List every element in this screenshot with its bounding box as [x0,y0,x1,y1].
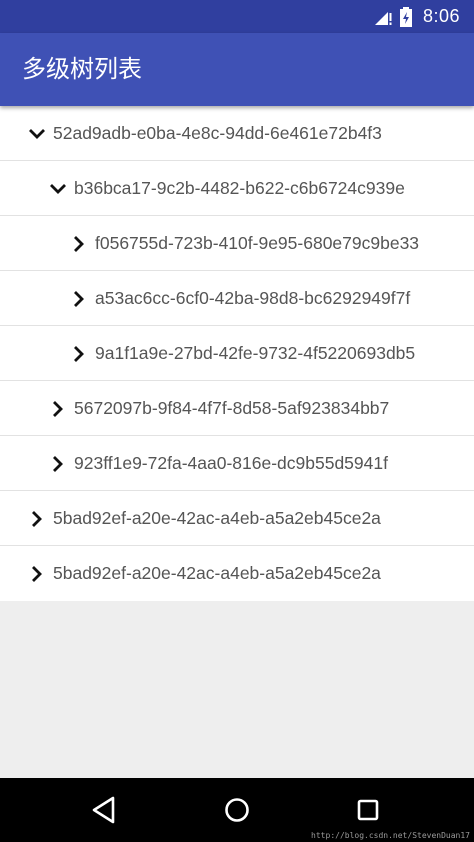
tree-row[interactable]: 52ad9adb-e0ba-4e8c-94dd-6e461e72b4f3 [0,106,474,161]
tree-row-label: 5672097b-9f84-4f7f-8d58-5af923834bb7 [74,398,390,418]
tree-row[interactable]: 5672097b-9f84-4f7f-8d58-5af923834bb7 [0,381,474,436]
tree-list: 52ad9adb-e0ba-4e8c-94dd-6e461e72b4f3 b36… [0,106,474,601]
tree-row[interactable]: 9a1f1a9e-27bd-42fe-9732-4f5220693db5 [0,326,474,381]
watermark: http://blog.csdn.net/StevenDuan17 [311,831,470,840]
tree-row-label: a53ac6cc-6cf0-42ba-98d8-bc6292949f7f [95,288,411,308]
tree-row[interactable]: 5bad92ef-a20e-42ac-a4eb-a5a2eb45ce2a [0,546,474,601]
tree-row[interactable]: b36bca17-9c2b-4482-b622-c6b6724c939e [0,161,474,216]
page-title: 多级树列表 [22,55,142,83]
status-time: 8:06 [422,6,460,26]
tree-row[interactable]: 923ff1e9-72fa-4aa0-816e-dc9b55d5941f [0,436,474,491]
battery-icon [399,6,412,27]
chevron-right-icon [53,456,63,472]
tree-row[interactable]: f056755d-723b-410f-9e95-680e79c9be33 [0,216,474,271]
tree-row-label: 52ad9adb-e0ba-4e8c-94dd-6e461e72b4f3 [53,123,382,143]
tree-row-label: 9a1f1a9e-27bd-42fe-9732-4f5220693db5 [95,343,416,363]
tree-row-label: b36bca17-9c2b-4482-b622-c6b6724c939e [74,178,405,198]
home-icon[interactable] [219,792,255,828]
signal-icon [374,11,392,25]
chevron-down-icon [29,129,45,139]
tree-row-label: 5bad92ef-a20e-42ac-a4eb-a5a2eb45ce2a [53,563,381,583]
chevron-right-icon [74,291,84,307]
chevron-right-icon [32,566,42,582]
chevron-right-icon [53,401,63,417]
tree-row[interactable]: 5bad92ef-a20e-42ac-a4eb-a5a2eb45ce2a [0,491,474,546]
tree-row[interactable]: a53ac6cc-6cf0-42ba-98d8-bc6292949f7f [0,271,474,326]
chevron-right-icon [74,236,84,252]
navigation-bar: http://blog.csdn.net/StevenDuan17 [0,778,474,842]
back-icon[interactable] [87,792,123,828]
status-bar: 8:06 [0,0,474,33]
chevron-down-icon [50,184,66,194]
tree-row-label: 923ff1e9-72fa-4aa0-816e-dc9b55d5941f [74,453,388,473]
tree-row-label: 5bad92ef-a20e-42ac-a4eb-a5a2eb45ce2a [53,508,381,528]
status-icons: 8:06 [373,0,460,33]
chevron-right-icon [32,511,42,527]
tree-row-label: f056755d-723b-410f-9e95-680e79c9be33 [95,233,420,253]
chevron-right-icon [74,346,84,362]
app-bar: 多级树列表 [0,33,474,106]
recents-icon[interactable] [350,792,386,828]
